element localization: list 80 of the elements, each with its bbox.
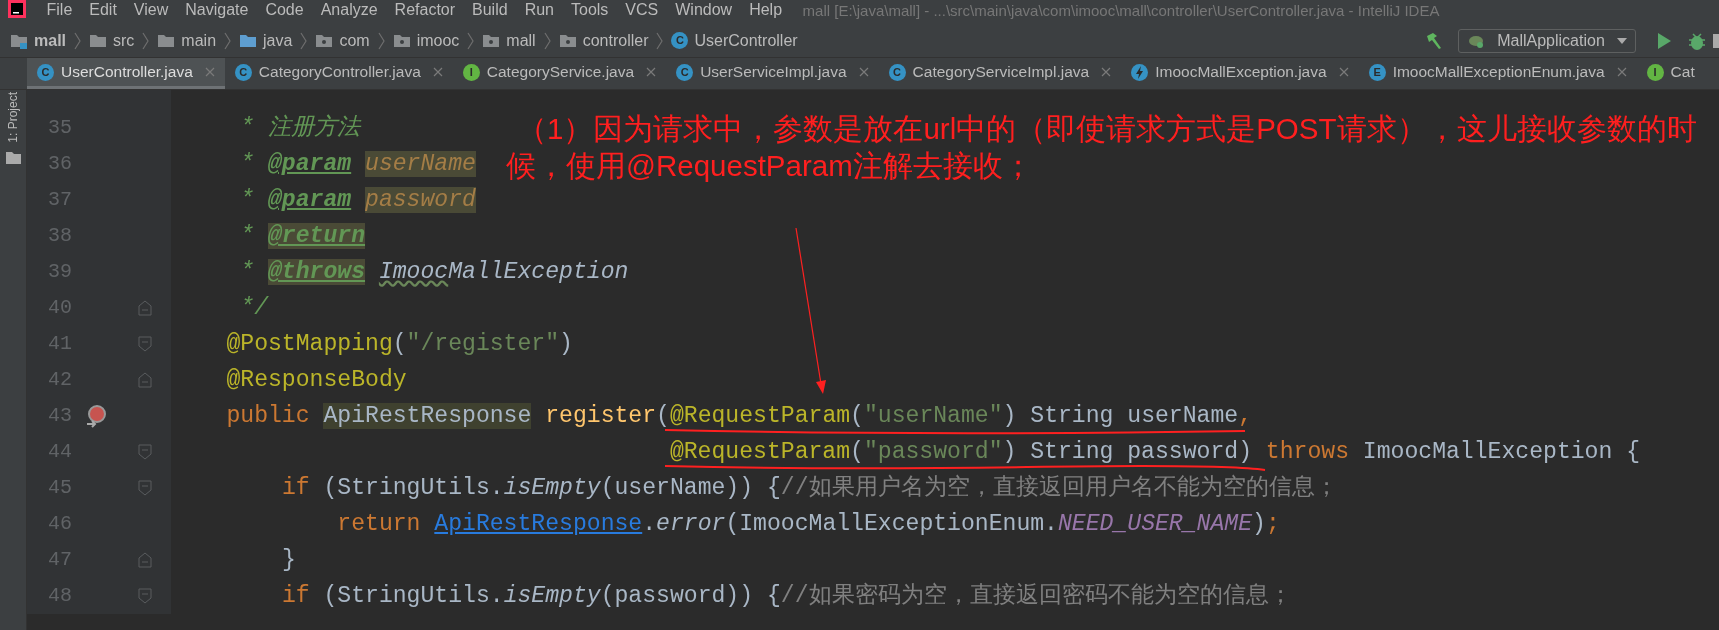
code-line: @ResponseBody [225, 369, 407, 391]
editor-tab[interactable]: E ImoocMallExceptionEnum.java [1358, 58, 1637, 89]
hammer-icon[interactable] [1424, 30, 1444, 51]
code-line: public ApiRestResponse register(@RequestParam("userName") String userName, [225, 405, 1253, 427]
code-line: */ [239, 297, 268, 319]
fold-marker-icon[interactable] [138, 336, 152, 352]
run-config-dropdown[interactable]: MallApplication [1458, 28, 1636, 53]
breadcrumb-item[interactable]: imooc [416, 28, 460, 53]
close-icon[interactable] [432, 67, 443, 77]
close-icon[interactable] [204, 67, 215, 77]
editor-tab[interactable]: I Cat [1636, 58, 1705, 89]
fold-marker-icon[interactable] [138, 300, 152, 316]
fold-marker-icon[interactable] [138, 588, 152, 604]
menu-item[interactable]: View [125, 2, 177, 18]
breadcrumb-item[interactable]: java [263, 28, 293, 53]
chevron-icon [74, 31, 81, 50]
editor-tab[interactable]: C CategoryServiceImpl.java [878, 58, 1122, 89]
menu-item[interactable]: Window [666, 2, 741, 18]
close-icon[interactable] [1338, 67, 1349, 77]
chevron-icon [224, 31, 232, 50]
editor-tab[interactable]: C CategoryController.java [224, 58, 453, 89]
enum-icon: E [1368, 63, 1386, 81]
class-icon: C [676, 63, 694, 81]
editor-tab[interactable]: C UserServiceImpl.java [666, 58, 879, 89]
chevron-icon [656, 31, 664, 50]
interface-icon: I [462, 63, 480, 81]
class-icon: C [234, 63, 252, 81]
chevron-icon [142, 31, 150, 50]
breadcrumb-item[interactable]: com [339, 28, 370, 53]
chevron-icon [377, 31, 385, 50]
breadcrumb-item[interactable]: mall [506, 28, 536, 53]
code-line: @PostMapping("/register") [225, 333, 573, 355]
menu-item[interactable]: VCS [616, 2, 667, 18]
editor-tab[interactable]: C UserController.java [27, 58, 225, 89]
breadcrumb-item[interactable]: main [181, 28, 217, 53]
breadcrumb-item[interactable]: controller [582, 28, 649, 53]
bug-icon[interactable] [1688, 31, 1706, 50]
editor-tab[interactable]: I CategoryService.java [452, 58, 667, 89]
close-icon[interactable] [646, 67, 657, 77]
fold-marker-icon[interactable] [138, 480, 152, 496]
class-icon: C [37, 63, 54, 81]
menu-item[interactable]: Code [256, 2, 313, 18]
close-icon[interactable] [858, 67, 869, 77]
close-icon[interactable] [1101, 67, 1112, 77]
window-title: mall [E:\java\mall] - ...\src\main\java\com\imooc\mall\controller\UserController.java - IntelliJ IDEA [802, 2, 1440, 18]
code-line: @RequestParam("password") String password) throws ImoocMallException { [668, 441, 1641, 463]
tool-window-tab[interactable]: 1: Project [4, 92, 22, 143]
caret-icon [1617, 37, 1627, 44]
menu-item[interactable]: Refactor [386, 2, 464, 18]
annotation-text: 候，使用@RequestParam注解去接收； [506, 148, 1034, 184]
app-logo-icon [8, 0, 26, 18]
class-icon: C [888, 63, 906, 81]
code-line: * @throws ImoocMallException [239, 261, 629, 283]
breadcrumb-item[interactable]: UserController [694, 28, 798, 53]
menu-item[interactable]: Edit [80, 2, 126, 18]
class-icon: C [671, 32, 689, 49]
editor-tab[interactable]: ImoocMallException.java [1121, 58, 1359, 89]
menu-item[interactable]: Navigate [176, 2, 257, 18]
lightning-icon [1131, 63, 1149, 81]
fold-marker-icon[interactable] [138, 552, 152, 568]
chevron-icon [467, 31, 475, 50]
menu-item[interactable]: File [38, 2, 81, 18]
annotation-text: （1）因为请求中，参数是放在url中的（即使请求方式是POST请求），这儿接收参数的时 [516, 111, 1697, 147]
code-line: return ApiRestResponse.error(ImoocMallExceptionEnum.NEED_USER_NAME); [336, 513, 1280, 535]
circle-arrow-icon[interactable] [86, 404, 108, 428]
breadcrumb-item[interactable]: src [113, 28, 135, 53]
close-icon[interactable] [1616, 67, 1627, 77]
menu-item[interactable]: Tools [562, 2, 617, 18]
interface-icon: I [1646, 63, 1664, 81]
breadcrumb-item[interactable]: mall [34, 28, 66, 53]
chevron-icon [300, 31, 308, 50]
fold-marker-icon[interactable] [138, 372, 152, 388]
menu-item[interactable]: Run [516, 2, 563, 18]
chevron-icon [543, 31, 551, 50]
run-icon[interactable] [1656, 31, 1672, 50]
menu-item[interactable]: Help [740, 2, 791, 18]
fold-marker-icon[interactable] [138, 444, 152, 460]
menu-item[interactable]: Build [463, 2, 517, 18]
code-line: } [280, 549, 296, 571]
menu-item[interactable]: Analyze [312, 2, 387, 18]
